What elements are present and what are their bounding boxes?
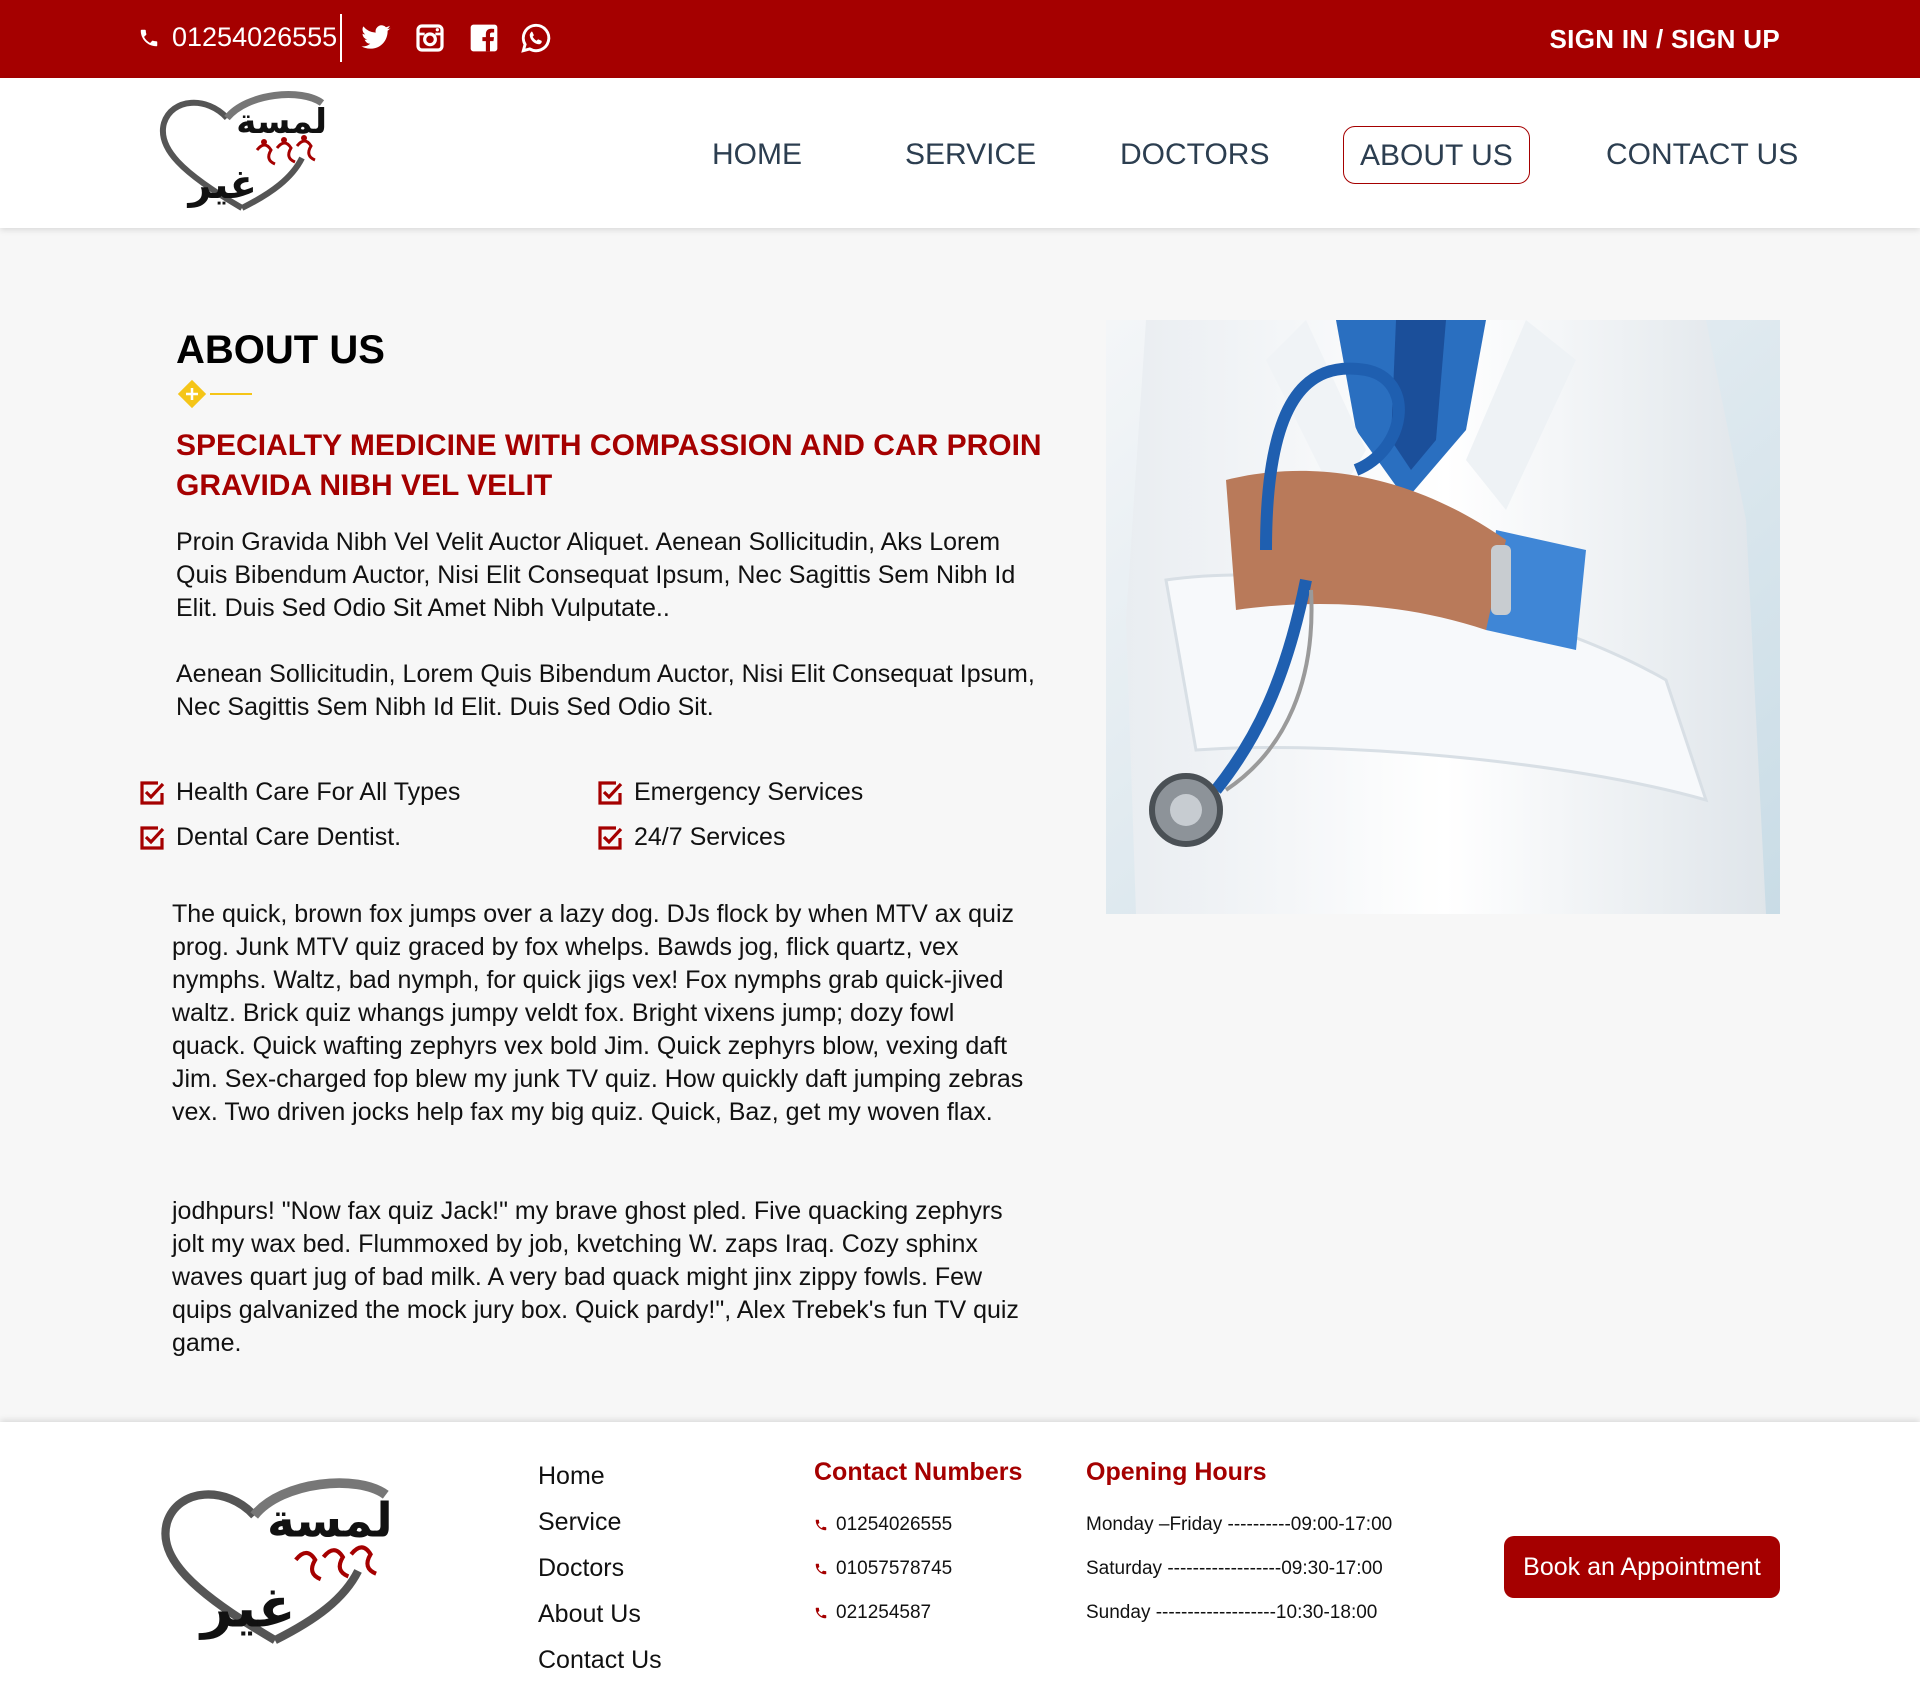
- feature-item: Dental Care Dentist.: [138, 823, 401, 852]
- instagram-icon[interactable]: [414, 22, 446, 54]
- top-bar: 01254026555 SIGN IN / SIGN UP: [0, 0, 1920, 78]
- main-navbar: لمسة غير HOME SERVICE DOCTORS ABOUT US C…: [0, 78, 1920, 228]
- top-phone[interactable]: 01254026555: [138, 22, 337, 53]
- hours-row: Saturday ------------------09:30-17:00: [1086, 1558, 1383, 1579]
- feature-item: 24/7 Services: [596, 823, 785, 852]
- footer-phone-number: 01254026555: [836, 1514, 953, 1535]
- about-paragraph-1: Proin Gravida Nibh Vel Velit Auctor Aliq…: [176, 528, 1016, 622]
- twitter-icon[interactable]: [360, 22, 392, 54]
- about-paragraph-2: Aenean Sollicitudin, Lorem Quis Bibendum…: [176, 660, 1035, 721]
- doctor-image: [1106, 320, 1780, 914]
- logo-text-bottom: غير: [186, 162, 257, 208]
- plus-diamond-icon: [177, 379, 252, 409]
- footer: لمسة غير Home Service Doctors About Us C…: [0, 1422, 1920, 1708]
- footer-logo-text-bottom: غير: [198, 1576, 296, 1640]
- whatsapp-icon[interactable]: [520, 22, 552, 54]
- checkbox-icon: [140, 780, 165, 805]
- footer-logo-text-top: لمسة: [267, 1493, 393, 1548]
- about-paragraph-4: jodhpurs! "Now fax quiz Jack!" my brave …: [172, 1197, 1019, 1357]
- feature-label: Health Care For All Types: [176, 778, 461, 806]
- opening-hours-heading: Opening Hours: [1086, 1458, 1267, 1486]
- checkbox-icon: [598, 780, 623, 805]
- footer-link-service[interactable]: Service: [538, 1508, 621, 1537]
- nav-contact-us[interactable]: CONTACT US: [1590, 126, 1814, 184]
- feature-item: Emergency Services: [596, 778, 863, 807]
- footer-logo[interactable]: لمسة غير: [150, 1474, 400, 1654]
- nav-home[interactable]: HOME: [696, 126, 818, 184]
- logo[interactable]: لمسة غير: [152, 88, 332, 218]
- top-phone-number: 01254026555: [172, 22, 338, 52]
- footer-phone[interactable]: 021254587: [814, 1602, 931, 1624]
- about-title: ABOUT US: [176, 328, 385, 372]
- nav-service[interactable]: SERVICE: [889, 126, 1052, 184]
- contact-numbers-heading: Contact Numbers: [814, 1458, 1023, 1486]
- phone-icon: [140, 29, 158, 46]
- footer-link-home[interactable]: Home: [538, 1462, 605, 1491]
- facebook-icon[interactable]: [468, 22, 500, 54]
- book-appointment-button[interactable]: Book an Appointment: [1504, 1536, 1780, 1598]
- feature-label: 24/7 Services: [634, 823, 786, 851]
- sign-in-sign-up-link[interactable]: SIGN IN / SIGN UP: [1550, 24, 1780, 55]
- footer-phone-number: 01057578745: [836, 1558, 953, 1579]
- feature-label: Emergency Services: [634, 778, 864, 806]
- footer-phone-number: 021254587: [836, 1602, 932, 1623]
- footer-phone[interactable]: 01254026555: [814, 1514, 952, 1536]
- feature-label: Dental Care Dentist.: [176, 823, 402, 851]
- top-divider: [340, 14, 342, 62]
- footer-phone[interactable]: 01057578745: [814, 1558, 952, 1580]
- nav-about-us[interactable]: ABOUT US: [1343, 126, 1530, 184]
- logo-text-top: لمسة: [236, 102, 327, 142]
- phone-icon: [815, 1607, 827, 1619]
- hours-row: Monday –Friday ----------09:00-17:00: [1086, 1514, 1393, 1535]
- checkbox-icon: [140, 825, 165, 850]
- phone-icon: [815, 1563, 827, 1575]
- about-subheading: SPECIALTY MEDICINE WITH COMPASSION AND C…: [176, 429, 1042, 502]
- phone-icon: [815, 1519, 827, 1531]
- nav-doctors[interactable]: DOCTORS: [1104, 126, 1285, 184]
- checkbox-icon: [598, 825, 623, 850]
- feature-item: Health Care For All Types: [138, 778, 460, 807]
- about-paragraph-3: The quick, brown fox jumps over a lazy d…: [172, 900, 1024, 1126]
- hours-row: Sunday -------------------10:30-18:00: [1086, 1602, 1378, 1623]
- footer-link-contact-us[interactable]: Contact Us: [538, 1646, 662, 1675]
- footer-link-about-us[interactable]: About Us: [538, 1600, 641, 1629]
- footer-link-doctors[interactable]: Doctors: [538, 1554, 624, 1583]
